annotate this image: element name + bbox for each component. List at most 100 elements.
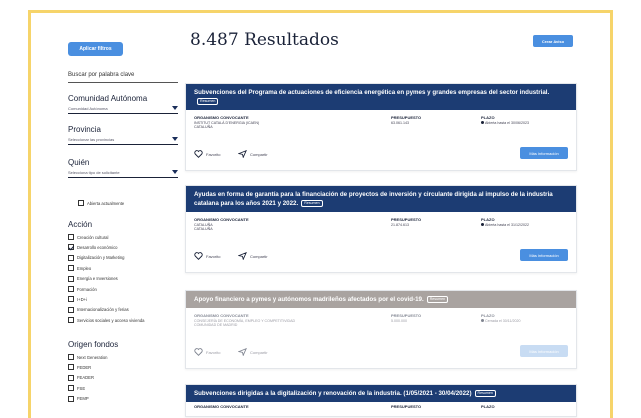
- plazo-column: PLAZO Abierta hasta el 30/06/2023: [481, 115, 529, 126]
- accion-item-checkbox[interactable]: Formación: [68, 286, 97, 292]
- plazo-text: Abierta hasta el 31/12/2022: [485, 222, 529, 227]
- organismo-column: ORGANISMO CONVOCANTE CATALUÑA CATALUÑA: [194, 217, 249, 232]
- presupuesto-label: PRESUPUESTO: [391, 404, 422, 409]
- presupuesto-value: 21.874.613: [391, 222, 409, 227]
- more-info-button[interactable]: Más información: [520, 147, 568, 159]
- grant-title-text: Subvenciones del Programa de actuaciones…: [194, 89, 550, 96]
- create-alert-button[interactable]: Crear Aviso: [533, 35, 573, 47]
- origen-item-label: FEMP: [77, 396, 89, 402]
- organismo-label: ORGANISMO CONVOCANTE: [194, 217, 249, 222]
- checkbox-box[interactable]: [68, 385, 74, 392]
- origen-item-checkbox[interactable]: FSE: [68, 385, 86, 392]
- presupuesto-value: 5.000.000: [391, 318, 407, 323]
- origen-item-checkbox[interactable]: FEADER: [68, 374, 94, 381]
- summary-badge[interactable]: Resumen: [426, 295, 449, 303]
- share-button[interactable]: Compartir: [237, 347, 268, 357]
- quien-label: Quién: [68, 158, 90, 167]
- accion-item-checkbox[interactable]: Servicios sociales y acceso vivienda: [68, 317, 145, 324]
- caret-down-icon: [172, 106, 178, 110]
- accion-item-checkbox[interactable]: I+D+i: [68, 296, 88, 303]
- origen-item-label: Next Generation: [77, 354, 108, 360]
- presupuesto-label: PRESUPUESTO: [391, 115, 422, 120]
- apply-filters-button[interactable]: Aplicar filtros: [68, 42, 123, 56]
- checkbox-box[interactable]: [68, 265, 74, 272]
- quien-select[interactable]: Quién Selecciona tipo de solicitante: [68, 158, 178, 178]
- plazo-label: PLAZO: [481, 404, 495, 409]
- favorite-button[interactable]: Favorito: [194, 348, 220, 356]
- plazo-column: PLAZO Cerrada el 30/11/2020: [481, 313, 521, 323]
- origen-item-checkbox[interactable]: FEMP: [68, 395, 89, 402]
- organismo-label: ORGANISMO CONVOCANTE: [194, 404, 249, 409]
- accion-title: Acción: [68, 220, 93, 229]
- checkbox-box[interactable]: [78, 200, 84, 206]
- accion-item-checkbox[interactable]: Energía e Inversiones: [68, 275, 118, 282]
- caret-down-icon: [172, 170, 178, 174]
- grant-card-title[interactable]: Subvenciones dirigidas a la digitalizaci…: [186, 385, 576, 402]
- favorite-button[interactable]: Favorito: [194, 252, 220, 260]
- accion-item-label: Internacionalización y ferias: [77, 307, 129, 313]
- grant-card-title[interactable]: Apoyo financiero a pymes y autónomos mad…: [186, 291, 576, 308]
- plazo-value: Abierta hasta el 30/06/2023: [481, 121, 529, 126]
- checkbox-box[interactable]: [68, 286, 74, 292]
- accion-item-checkbox[interactable]: Desarrollo económico: [68, 244, 118, 251]
- status-dot-icon: [481, 319, 484, 323]
- accion-item-label: Creación cultural: [77, 234, 109, 240]
- accion-item-label: Desarrollo económico: [77, 244, 118, 250]
- share-icon: [237, 149, 247, 159]
- more-info-button[interactable]: Más información: [520, 249, 568, 261]
- organismo-column: ORGANISMO CONVOCANTE CONSEJERÍA DE ECONOM…: [194, 313, 295, 328]
- grant-card-body: ORGANISMO CONVOCANTE CONSEJERÍA DE ECONOM…: [186, 308, 576, 368]
- origen-item-checkbox[interactable]: Next Generation: [68, 354, 108, 360]
- keyword-search-input[interactable]: Buscar por palabra clave: [68, 72, 178, 83]
- presupuesto-label: PRESUPUESTO: [391, 313, 422, 318]
- grant-card-body: ORGANISMO CONVOCANTE PRESUPUESTO PLAZO: [186, 402, 576, 416]
- summary-badge[interactable]: Resumen: [301, 199, 323, 207]
- origen-item-label: FEADER: [77, 375, 94, 381]
- checkbox-box[interactable]: [68, 234, 74, 240]
- grant-card: Subvenciones del Programa de actuaciones…: [185, 83, 577, 171]
- favorite-label: Favorito: [206, 253, 221, 259]
- origen-item-checkbox[interactable]: FEDER: [68, 364, 91, 371]
- checkbox-box[interactable]: [68, 364, 74, 371]
- comunidad-label: Comunidad Autónoma: [68, 94, 148, 103]
- comunidad-select[interactable]: Comunidad Autónoma Comunidad Autónoma: [68, 94, 178, 114]
- share-button[interactable]: Compartir: [237, 149, 268, 159]
- checkbox-box[interactable]: [68, 296, 74, 303]
- grant-title-text: Apoyo financiero a pymes y autónomos mad…: [194, 296, 424, 303]
- checkbox-box[interactable]: [68, 395, 74, 402]
- grant-card: Apoyo financiero a pymes y autónomos mad…: [185, 290, 577, 369]
- open-only-checkbox[interactable]: Abierta actualmente: [78, 200, 124, 206]
- summary-badge[interactable]: Resumen: [197, 97, 219, 105]
- region-value: CATALUÑA: [194, 125, 213, 130]
- checkbox-box[interactable]: [68, 354, 74, 360]
- presupuesto-label: PRESUPUESTO: [391, 217, 422, 222]
- accion-item-checkbox[interactable]: Empleo: [68, 265, 91, 272]
- caret-down-icon: [172, 137, 178, 141]
- favorite-button[interactable]: Favorito: [194, 150, 220, 158]
- accion-item-label: I+D+i: [77, 296, 88, 302]
- more-info-button[interactable]: Más información: [520, 345, 568, 357]
- grant-card-title[interactable]: Ayudas en forma de garantía para la fina…: [186, 186, 576, 212]
- favorite-label: Favorito: [206, 151, 221, 157]
- accion-item-checkbox[interactable]: Creación cultural: [68, 234, 108, 240]
- origen-title: Origen fondos: [68, 340, 119, 349]
- open-only-label: Abierta actualmente: [87, 200, 125, 206]
- checkbox-box[interactable]: [68, 275, 74, 282]
- checkbox-box[interactable]: [68, 244, 74, 251]
- share-icon: [237, 347, 247, 357]
- presupuesto-value: 63.061.143: [391, 120, 409, 125]
- checkbox-box[interactable]: [68, 254, 74, 261]
- favorite-label: Favorito: [206, 349, 221, 355]
- accion-item-checkbox[interactable]: Internacionalización y ferias: [68, 306, 129, 313]
- share-icon: [237, 251, 247, 261]
- accion-item-checkbox[interactable]: Digitalización y Marketing: [68, 254, 124, 261]
- provincia-select[interactable]: Provincia Seleccionar las provincias: [68, 125, 178, 145]
- summary-badge[interactable]: Resumen: [474, 389, 496, 397]
- checkbox-box[interactable]: [68, 374, 74, 381]
- status-dot-icon: [481, 223, 484, 227]
- checkbox-box[interactable]: [68, 306, 74, 313]
- origen-item-label: FSE: [77, 385, 86, 391]
- share-button[interactable]: Compartir: [237, 251, 268, 261]
- checkbox-box[interactable]: [68, 317, 74, 324]
- grant-card-title[interactable]: Subvenciones del Programa de actuaciones…: [186, 84, 576, 110]
